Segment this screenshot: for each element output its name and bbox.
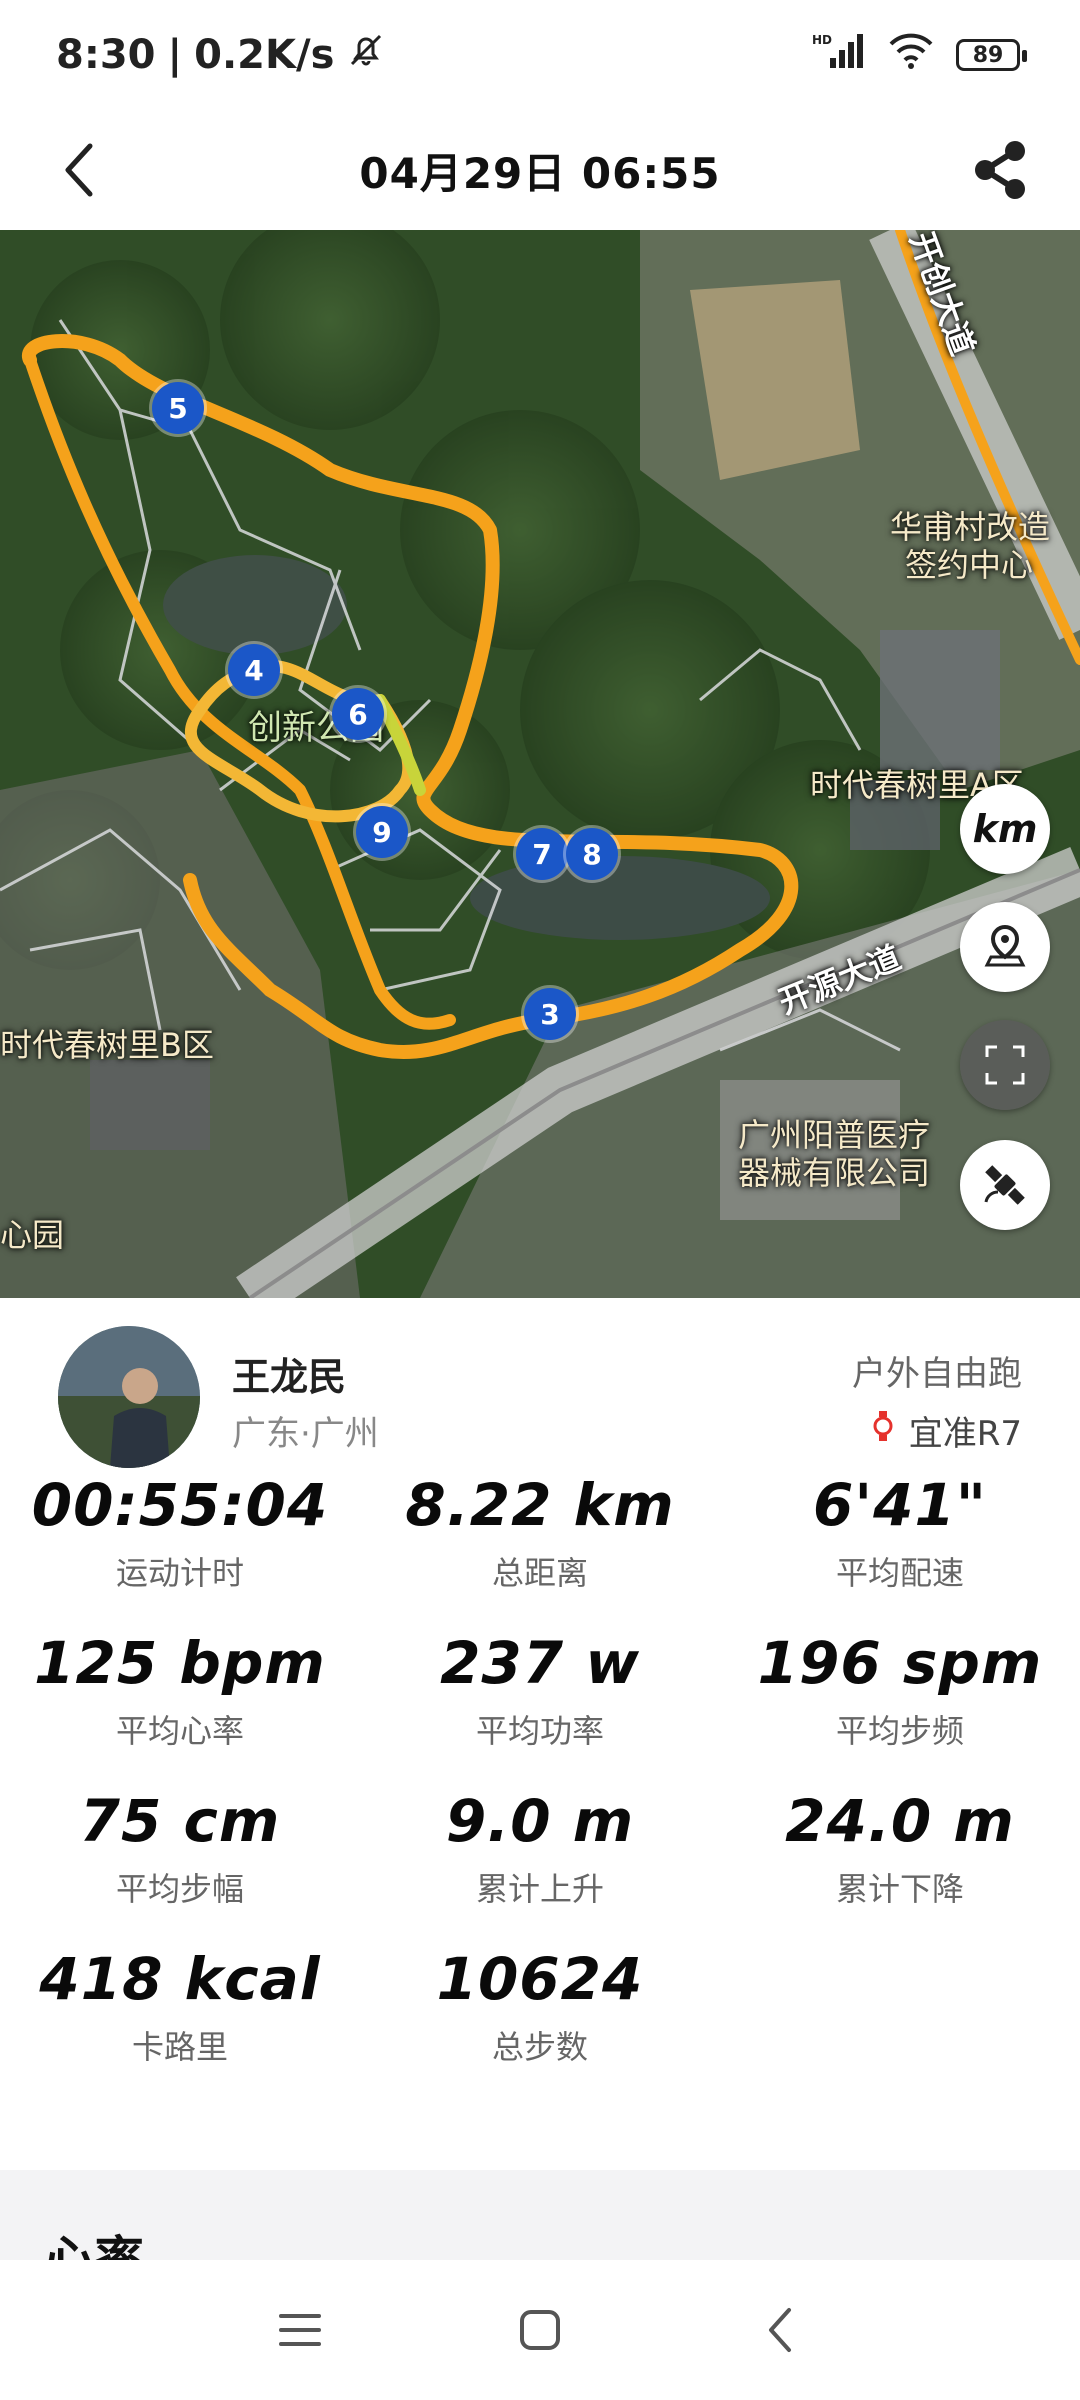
battery-indicator: 89: [956, 39, 1027, 71]
header: 04月29日 06:55: [0, 110, 1080, 230]
back-button[interactable]: [40, 130, 120, 210]
stat-value: 24.0 m: [785, 1787, 1015, 1855]
stat-descent: 24.0 m 累计下降: [720, 1786, 1080, 1910]
route-marker-4[interactable]: 4: [228, 644, 280, 696]
signal-icon: HD: [812, 30, 866, 80]
stat-label: 累计下降: [835, 1870, 964, 1908]
expand-icon: [985, 1045, 1025, 1085]
stat-label: 平均心率: [115, 1712, 244, 1750]
device-info: 宜准R7: [871, 1406, 1022, 1455]
route-marker-7[interactable]: 7: [516, 828, 568, 880]
map-label-area-b: 时代春树里B区: [0, 1026, 214, 1064]
stat-label: 运动计时: [115, 1554, 244, 1592]
activity-type: 户外自由跑: [852, 1354, 1022, 1394]
stat-cadence: 196 spm 平均步频: [720, 1628, 1080, 1752]
stat-label: 总步数: [491, 2028, 588, 2066]
stat-value: 237 w: [440, 1629, 640, 1697]
route-marker-5[interactable]: 5: [152, 382, 204, 434]
route-marker-3[interactable]: 3: [524, 988, 576, 1040]
stat-label: 平均步幅: [115, 1870, 244, 1908]
unit-label: km: [972, 807, 1038, 851]
avatar[interactable]: [58, 1326, 200, 1468]
stat-value: 6'41": [812, 1471, 988, 1539]
stat-calories: 418 kcal 卡路里: [0, 1944, 360, 2068]
stat-distance: 8.22 km 总距离: [360, 1470, 720, 1594]
stat-value: 9.0 m: [445, 1787, 635, 1855]
stat-power: 237 w 平均功率: [360, 1628, 720, 1752]
stat-value: 75 cm: [79, 1787, 281, 1855]
device-name: 宜准R7: [908, 1414, 1022, 1454]
stat-value: 00:55:04: [31, 1471, 329, 1539]
stat-label: 平均配速: [835, 1554, 964, 1592]
stat-value: 418 kcal: [39, 1945, 321, 2013]
map-label-company-2: 器械有限公司: [738, 1154, 931, 1192]
stat-label: 平均步频: [835, 1712, 964, 1750]
stat-label: 累计上升: [475, 1870, 604, 1908]
map-label-xinyuan: 心园: [0, 1216, 65, 1254]
page-title: 04月29日 06:55: [359, 148, 721, 198]
stat-duration: 00:55:04 运动计时: [0, 1470, 360, 1594]
location-pin-icon: [984, 924, 1026, 967]
recent-apps-button[interactable]: [260, 2290, 340, 2370]
menu-icon: [279, 2314, 321, 2346]
system-nav-bar: [0, 2260, 1080, 2400]
chevron-left-icon: [65, 143, 93, 197]
route-map[interactable]: 创新公园 时代春树里A区 时代春树里B区 华甫村改造 签约中心 开源大道 开创大…: [0, 230, 1080, 1298]
wifi-icon: [888, 30, 934, 80]
hd-badge: HD: [812, 33, 832, 47]
section-divider: 心率: [0, 2170, 1080, 2289]
satellite-icon: [984, 1165, 1025, 1205]
home-square-icon: [520, 2310, 560, 2350]
fullscreen-button[interactable]: [960, 1020, 1050, 1110]
stat-ascent: 9.0 m 累计上升: [360, 1786, 720, 1910]
satellite-button[interactable]: [960, 1140, 1050, 1230]
stat-value: 8.22 km: [405, 1471, 675, 1539]
status-right: HD 89: [812, 30, 1027, 80]
stat-value: 125 bpm: [34, 1629, 326, 1697]
stat-heart-rate: 125 bpm 平均心率: [0, 1628, 360, 1752]
athlete-profile: 王龙民 广东·广州 户外自由跑 宜准R7: [0, 1320, 1080, 1470]
stat-stride: 75 cm 平均步幅: [0, 1786, 360, 1910]
status-left: 8:30 | 0.2K/s: [56, 30, 386, 80]
stat-pace: 6'41" 平均配速: [720, 1470, 1080, 1594]
watch-icon: [871, 1409, 895, 1452]
stat-label: 总距离: [491, 1554, 588, 1592]
stat-value: 196 spm: [757, 1629, 1043, 1697]
system-back-button[interactable]: [740, 2290, 820, 2370]
stat-label: 平均功率: [475, 1712, 604, 1750]
mute-icon: [346, 30, 386, 80]
home-button[interactable]: [500, 2290, 580, 2370]
route-marker-8[interactable]: 8: [566, 828, 618, 880]
stat-steps: 10624 总步数: [360, 1944, 720, 2068]
status-bar: 8:30 | 0.2K/s HD 89: [0, 0, 1080, 110]
route-marker-6[interactable]: 6: [332, 688, 384, 740]
stat-value: 10624: [436, 1945, 644, 2013]
route-marker-9[interactable]: 9: [356, 806, 408, 858]
locate-button[interactable]: [960, 902, 1050, 992]
unit-toggle-button[interactable]: km: [960, 784, 1050, 874]
network-speed: 0.2K/s: [194, 32, 335, 78]
status-divider: |: [167, 32, 183, 78]
user-name: 王龙民: [232, 1355, 347, 1399]
user-location: 广东·广州: [232, 1414, 379, 1454]
share-icon: [975, 141, 1025, 199]
share-button[interactable]: [960, 130, 1040, 210]
back-arrow-icon: [769, 2308, 791, 2352]
stat-label: 卡路里: [131, 2028, 228, 2066]
status-time: 8:30: [56, 32, 156, 78]
map-label-poi-2: 签约中心: [905, 546, 1034, 584]
